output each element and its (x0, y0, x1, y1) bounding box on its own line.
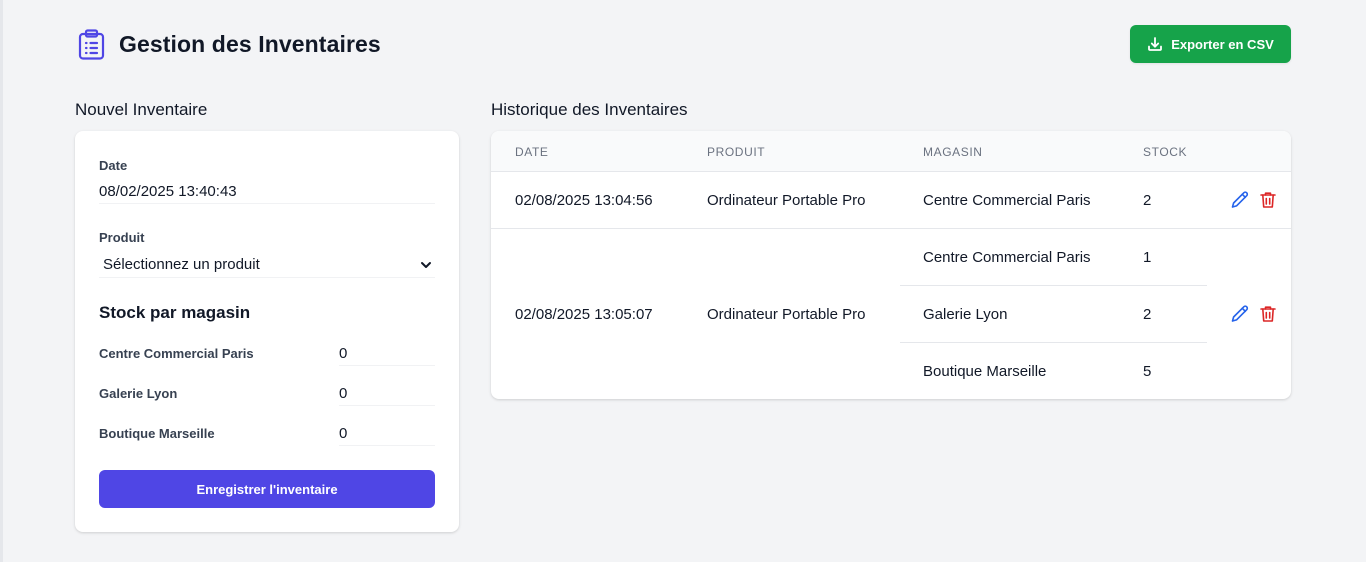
row-stock: 2 (1143, 306, 1152, 323)
column-header-stock: STOCK (1143, 145, 1188, 159)
download-icon (1148, 37, 1163, 51)
store-stock-row: Centre Commercial Paris (99, 342, 435, 366)
table-header: DATE PRODUIT MAGASIN STOCK (491, 131, 1291, 172)
sub-row-divider (900, 342, 1207, 343)
column-header-store: MAGASIN (923, 145, 983, 159)
new-inventory-title: Nouvel Inventaire (75, 100, 208, 119)
store-name-label: Boutique Marseille (99, 426, 215, 441)
row-date: 02/08/2025 13:05:07 (515, 306, 653, 323)
store-qty-input[interactable] (339, 342, 435, 366)
page-title: Gestion des Inventaires (119, 31, 381, 57)
date-input[interactable] (99, 180, 435, 204)
row-stock: 5 (1143, 363, 1152, 380)
edit-icon[interactable] (1230, 304, 1250, 324)
product-label: Produit (99, 230, 145, 245)
store-qty-input[interactable] (339, 382, 435, 406)
row-store: Boutique Marseille (923, 363, 1047, 380)
row-store: Galerie Lyon (923, 306, 1008, 323)
trash-icon[interactable] (1258, 190, 1278, 210)
stock-by-store-heading: Stock par magasin (99, 303, 251, 322)
new-inventory-form: Date Produit Sélectionnez un produit Sto… (75, 131, 459, 532)
row-store: Centre Commercial Paris (923, 249, 1091, 266)
history-title: Historique des Inventaires (491, 100, 688, 119)
column-header-product: PRODUIT (707, 145, 766, 159)
row-product: Ordinateur Portable Pro (707, 306, 866, 323)
row-stock: 1 (1143, 249, 1152, 266)
sub-row-divider (900, 285, 1207, 286)
left-edge-divider (0, 0, 3, 562)
store-name-label: Galerie Lyon (99, 386, 178, 401)
column-header-date: DATE (515, 145, 549, 159)
store-stock-row: Boutique Marseille (99, 422, 435, 446)
store-stock-row: Galerie Lyon (99, 382, 435, 406)
product-select-value: Sélectionnez un produit (103, 256, 260, 273)
row-stock: 2 (1143, 192, 1152, 209)
export-csv-button[interactable]: Exporter en CSV (1130, 25, 1291, 63)
row-divider (491, 228, 1291, 229)
trash-icon[interactable] (1258, 304, 1278, 324)
save-inventory-button[interactable]: Enregistrer l'inventaire (99, 470, 435, 508)
store-name-label: Centre Commercial Paris (99, 346, 254, 361)
export-csv-label: Exporter en CSV (1171, 36, 1274, 52)
row-product: Ordinateur Portable Pro (707, 192, 866, 209)
row-date: 02/08/2025 13:04:56 (515, 192, 653, 209)
date-label: Date (99, 158, 128, 173)
store-qty-input[interactable] (339, 422, 435, 446)
history-table: DATE PRODUIT MAGASIN STOCK 02/08/2025 13… (491, 131, 1291, 399)
chevron-down-icon (421, 261, 431, 268)
edit-icon[interactable] (1230, 190, 1250, 210)
product-select[interactable]: Sélectionnez un produit (99, 252, 435, 278)
row-store: Centre Commercial Paris (923, 192, 1091, 209)
clipboard-list-icon (78, 29, 105, 60)
